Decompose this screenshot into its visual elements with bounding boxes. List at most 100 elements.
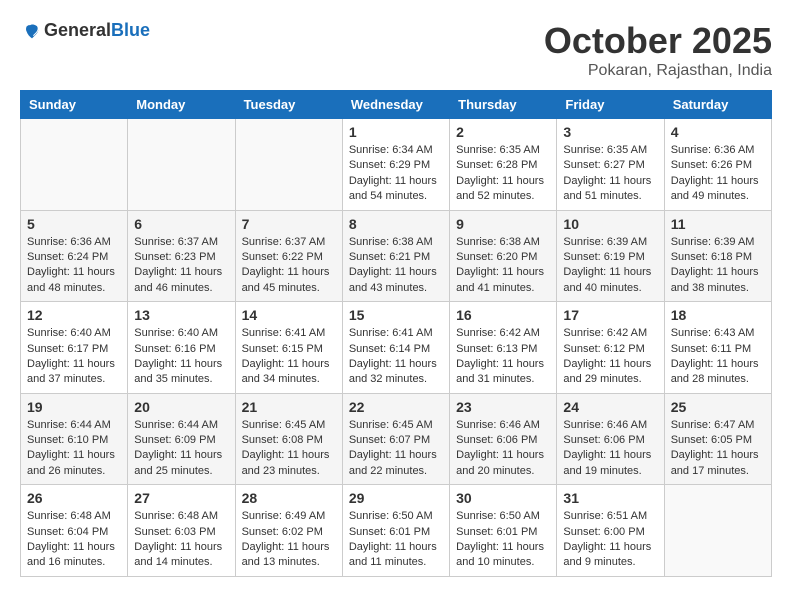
week-row-2: 5 Sunrise: 6:36 AM Sunset: 6:24 PM Daylig…	[21, 210, 772, 302]
calendar-header-row: SundayMondayTuesdayWednesdayThursdayFrid…	[21, 91, 772, 119]
day-info: Sunrise: 6:35 AM Sunset: 6:27 PM Dayligh…	[563, 143, 657, 205]
calendar-cell: 30 Sunrise: 6:50 AM Sunset: 6:01 PM Dayli…	[450, 485, 557, 577]
calendar-cell: 23Sunrise: 6:46 AM Sunset: 6:06 PM Dayli…	[450, 393, 557, 485]
day-info: Sunrise: 6:41 AM Sunset: 6:14 PM Dayligh…	[349, 326, 443, 388]
day-number: 15	[349, 307, 443, 323]
day-info: Sunrise: 6:44 AM Sunset: 6:09 PM Dayligh…	[134, 418, 228, 480]
day-info: Sunrise: 6:50 AM Sunset: 6:01 PM Dayligh…	[456, 509, 550, 571]
calendar-cell: 27 Sunrise: 6:48 AM Sunset: 6:03 PM Dayli…	[128, 485, 235, 577]
day-header-tuesday: Tuesday	[235, 91, 342, 119]
header: GeneralBlue October 2025 Pokaran, Rajast…	[20, 20, 772, 80]
day-header-monday: Monday	[128, 91, 235, 119]
calendar-cell: 17 Sunrise: 6:42 AM Sunset: 6:12 PM Dayli…	[557, 302, 664, 394]
day-header-friday: Friday	[557, 91, 664, 119]
calendar-cell: 11 Sunrise: 6:39 AM Sunset: 6:18 PM Dayli…	[664, 210, 771, 302]
day-number: 25	[671, 399, 765, 415]
calendar-cell: 4 Sunrise: 6:36 AM Sunset: 6:26 PM Daylig…	[664, 119, 771, 211]
day-info: Sunrise: 6:47 AM Sunset: 6:05 PM Dayligh…	[671, 418, 765, 480]
day-number: 13	[134, 307, 228, 323]
calendar-cell: 19 Sunrise: 6:44 AM Sunset: 6:10 PM Dayli…	[21, 393, 128, 485]
calendar-cell: 28 Sunrise: 6:49 AM Sunset: 6:02 PM Dayli…	[235, 485, 342, 577]
logo-blue-text: Blue	[111, 20, 150, 40]
day-number: 12	[27, 307, 121, 323]
day-info: Sunrise: 6:38 AM Sunset: 6:21 PM Dayligh…	[349, 235, 443, 297]
day-info: Sunrise: 6:49 AM Sunset: 6:02 PM Dayligh…	[242, 509, 336, 571]
day-info: Sunrise: 6:37 AM Sunset: 6:22 PM Dayligh…	[242, 235, 336, 297]
day-info: Sunrise: 6:46 AM Sunset: 6:06 PM Dayligh…	[563, 418, 657, 480]
day-number: 29	[349, 490, 443, 506]
day-info: Sunrise: 6:34 AM Sunset: 6:29 PM Dayligh…	[349, 143, 443, 205]
day-info: Sunrise: 6:48 AM Sunset: 6:04 PM Dayligh…	[27, 509, 121, 571]
day-number: 16	[456, 307, 550, 323]
calendar-cell: 5 Sunrise: 6:36 AM Sunset: 6:24 PM Daylig…	[21, 210, 128, 302]
calendar-cell: 3 Sunrise: 6:35 AM Sunset: 6:27 PM Daylig…	[557, 119, 664, 211]
calendar-cell: 16Sunrise: 6:42 AM Sunset: 6:13 PM Dayli…	[450, 302, 557, 394]
title-area: October 2025 Pokaran, Rajasthan, India	[544, 20, 772, 80]
logo-icon	[20, 21, 40, 41]
day-number: 22	[349, 399, 443, 415]
calendar-cell: 13 Sunrise: 6:40 AM Sunset: 6:16 PM Dayli…	[128, 302, 235, 394]
day-number: 26	[27, 490, 121, 506]
day-info: Sunrise: 6:48 AM Sunset: 6:03 PM Dayligh…	[134, 509, 228, 571]
day-number: 19	[27, 399, 121, 415]
day-number: 18	[671, 307, 765, 323]
day-number: 17	[563, 307, 657, 323]
day-number: 27	[134, 490, 228, 506]
day-info: Sunrise: 6:40 AM Sunset: 6:16 PM Dayligh…	[134, 326, 228, 388]
week-row-5: 26 Sunrise: 6:48 AM Sunset: 6:04 PM Dayli…	[21, 485, 772, 577]
day-info: Sunrise: 6:36 AM Sunset: 6:26 PM Dayligh…	[671, 143, 765, 205]
day-info: Sunrise: 6:44 AM Sunset: 6:10 PM Dayligh…	[27, 418, 121, 480]
calendar-cell	[235, 119, 342, 211]
day-header-saturday: Saturday	[664, 91, 771, 119]
calendar-cell: 8 Sunrise: 6:38 AM Sunset: 6:21 PM Daylig…	[342, 210, 449, 302]
week-row-1: 1 Sunrise: 6:34 AM Sunset: 6:29 PM Daylig…	[21, 119, 772, 211]
calendar-cell	[664, 485, 771, 577]
day-info: Sunrise: 6:42 AM Sunset: 6:12 PM Dayligh…	[563, 326, 657, 388]
day-info: Sunrise: 6:45 AM Sunset: 6:08 PM Dayligh…	[242, 418, 336, 480]
calendar-cell: 14 Sunrise: 6:41 AM Sunset: 6:15 PM Dayli…	[235, 302, 342, 394]
day-number: 21	[242, 399, 336, 415]
day-header-thursday: Thursday	[450, 91, 557, 119]
calendar-cell: 26 Sunrise: 6:48 AM Sunset: 6:04 PM Dayli…	[21, 485, 128, 577]
day-number: 9	[456, 216, 550, 232]
day-info: Sunrise: 6:37 AM Sunset: 6:23 PM Dayligh…	[134, 235, 228, 297]
day-number: 4	[671, 124, 765, 140]
day-header-sunday: Sunday	[21, 91, 128, 119]
calendar-cell: 15 Sunrise: 6:41 AM Sunset: 6:14 PM Dayli…	[342, 302, 449, 394]
calendar-cell: 2Sunrise: 6:35 AM Sunset: 6:28 PM Daylig…	[450, 119, 557, 211]
day-number: 20	[134, 399, 228, 415]
calendar-cell: 25 Sunrise: 6:47 AM Sunset: 6:05 PM Dayli…	[664, 393, 771, 485]
calendar-cell: 20 Sunrise: 6:44 AM Sunset: 6:09 PM Dayli…	[128, 393, 235, 485]
calendar-cell	[21, 119, 128, 211]
day-header-wednesday: Wednesday	[342, 91, 449, 119]
day-info: Sunrise: 6:36 AM Sunset: 6:24 PM Dayligh…	[27, 235, 121, 297]
day-number: 23	[456, 399, 550, 415]
day-info: Sunrise: 6:38 AM Sunset: 6:20 PM Dayligh…	[456, 235, 550, 297]
calendar-table: SundayMondayTuesdayWednesdayThursdayFrid…	[20, 90, 772, 577]
day-number: 10	[563, 216, 657, 232]
calendar-cell: 29 Sunrise: 6:50 AM Sunset: 6:01 PM Dayli…	[342, 485, 449, 577]
calendar-cell: 6Sunrise: 6:37 AM Sunset: 6:23 PM Daylig…	[128, 210, 235, 302]
day-number: 3	[563, 124, 657, 140]
day-info: Sunrise: 6:39 AM Sunset: 6:18 PM Dayligh…	[671, 235, 765, 297]
day-number: 31	[563, 490, 657, 506]
day-number: 14	[242, 307, 336, 323]
day-number: 24	[563, 399, 657, 415]
logo: GeneralBlue	[20, 20, 150, 41]
calendar-cell: 7 Sunrise: 6:37 AM Sunset: 6:22 PM Daylig…	[235, 210, 342, 302]
day-info: Sunrise: 6:50 AM Sunset: 6:01 PM Dayligh…	[349, 509, 443, 571]
calendar-cell: 24 Sunrise: 6:46 AM Sunset: 6:06 PM Dayli…	[557, 393, 664, 485]
location-title: Pokaran, Rajasthan, India	[544, 62, 772, 80]
day-number: 7	[242, 216, 336, 232]
day-number: 1	[349, 124, 443, 140]
day-info: Sunrise: 6:41 AM Sunset: 6:15 PM Dayligh…	[242, 326, 336, 388]
calendar-cell: 10Sunrise: 6:39 AM Sunset: 6:19 PM Dayli…	[557, 210, 664, 302]
day-number: 30	[456, 490, 550, 506]
day-info: Sunrise: 6:45 AM Sunset: 6:07 PM Dayligh…	[349, 418, 443, 480]
week-row-3: 12Sunrise: 6:40 AM Sunset: 6:17 PM Dayli…	[21, 302, 772, 394]
week-row-4: 19 Sunrise: 6:44 AM Sunset: 6:10 PM Dayli…	[21, 393, 772, 485]
day-number: 11	[671, 216, 765, 232]
day-number: 28	[242, 490, 336, 506]
day-number: 8	[349, 216, 443, 232]
day-number: 5	[27, 216, 121, 232]
